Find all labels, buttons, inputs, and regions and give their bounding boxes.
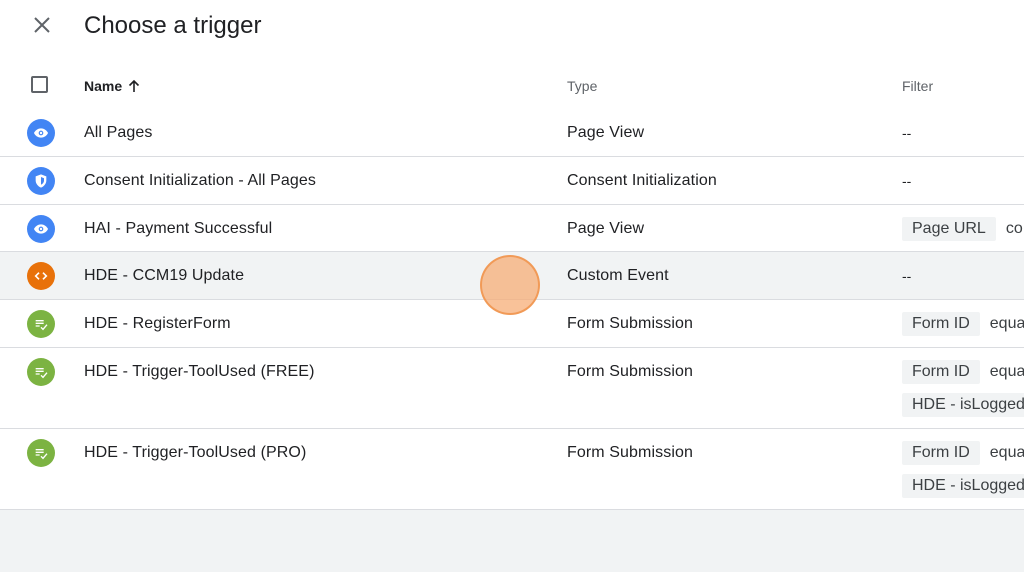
page-view-icon: [27, 215, 55, 243]
table-row[interactable]: HDE - RegisterForm Form Submission Form ID…: [0, 300, 1024, 348]
footer-area: [0, 510, 1024, 572]
form-submission-icon: [27, 439, 55, 467]
select-all-checkbox[interactable]: [31, 76, 48, 93]
trigger-name: HDE - RegisterForm: [84, 315, 231, 332]
filter-empty-text: --: [902, 268, 912, 284]
filter-empty-text: --: [902, 125, 912, 141]
trigger-filter: --: [902, 266, 911, 286]
table-header: Name Type Filter: [0, 62, 1024, 110]
form-submission-icon: [27, 358, 55, 386]
form-submission-icon: [27, 310, 55, 338]
column-header-name-label: Name: [84, 78, 123, 94]
close-button[interactable]: [26, 9, 58, 41]
filter-condition: HDE - isLogged: [902, 393, 1024, 417]
filter-empty-text: --: [902, 173, 912, 189]
filter-variable-chip: Form ID: [902, 441, 980, 465]
trigger-type: Form Submission: [567, 315, 693, 332]
filter-variable-chip: Form ID: [902, 312, 980, 336]
column-header-name[interactable]: Name: [84, 77, 141, 95]
page-view-icon: [27, 119, 55, 147]
consent-shield-icon: [27, 167, 55, 195]
trigger-type: Form Submission: [567, 444, 693, 461]
trigger-filter: Form ID equa HDE - isLogged: [902, 360, 1024, 417]
trigger-name: HDE - CCM19 Update: [84, 267, 245, 284]
trigger-type: Custom Event: [567, 267, 669, 284]
filter-condition: HDE - isLogged: [902, 474, 1024, 498]
table-row[interactable]: HDE - Trigger-ToolUsed (PRO) Form Submiss…: [0, 429, 1024, 510]
trigger-type: Form Submission: [567, 363, 693, 380]
trigger-filter: --: [902, 171, 911, 191]
column-header-filter: Filter: [902, 78, 934, 94]
filter-operator: equa: [989, 363, 1024, 380]
trigger-name: All Pages: [84, 124, 153, 141]
trigger-filter: Form ID equa: [902, 312, 1024, 336]
trigger-type: Page View: [567, 220, 645, 237]
table-row[interactable]: HDE - Trigger-ToolUsed (FREE) Form Submis…: [0, 348, 1024, 429]
page-title: Choose a trigger: [84, 12, 262, 39]
table-row[interactable]: HDE - CCM19 Update Custom Event --: [0, 252, 1024, 300]
close-icon: [34, 17, 50, 33]
filter-condition: Form ID equa: [902, 360, 1024, 384]
filter-condition: Page URL co: [902, 217, 1023, 241]
trigger-filter: Form ID equa HDE - isLogged: [902, 441, 1024, 498]
trigger-filter: --: [902, 123, 911, 143]
filter-variable-chip: HDE - isLogged: [902, 393, 1024, 417]
arrow-up-icon: [127, 79, 141, 93]
trigger-name: HDE - Trigger-ToolUsed (PRO): [84, 444, 307, 461]
trigger-type: Page View: [567, 124, 645, 141]
trigger-name: HDE - Trigger-ToolUsed (FREE): [84, 363, 315, 380]
table-row[interactable]: Consent Initialization - All Pages Consen…: [0, 157, 1024, 205]
filter-operator: co: [1005, 220, 1023, 237]
filter-variable-chip: Form ID: [902, 360, 980, 384]
column-header-type[interactable]: Type: [567, 77, 597, 95]
trigger-filter: Page URL co: [902, 217, 1023, 241]
custom-event-icon: [27, 262, 55, 290]
filter-variable-chip: Page URL: [902, 217, 996, 241]
table-row[interactable]: All Pages Page View --: [0, 109, 1024, 157]
trigger-name: HAI - Payment Successful: [84, 220, 273, 237]
trigger-type: Consent Initialization: [567, 172, 717, 189]
filter-operator: equa: [989, 315, 1024, 332]
table-row[interactable]: HAI - Payment Successful Page View Page UR…: [0, 205, 1024, 252]
trigger-name: Consent Initialization - All Pages: [84, 172, 316, 189]
filter-variable-chip: HDE - isLogged: [902, 474, 1024, 498]
filter-operator: equa: [989, 444, 1024, 461]
filter-condition: Form ID equa: [902, 441, 1024, 465]
filter-condition: Form ID equa: [902, 312, 1024, 336]
